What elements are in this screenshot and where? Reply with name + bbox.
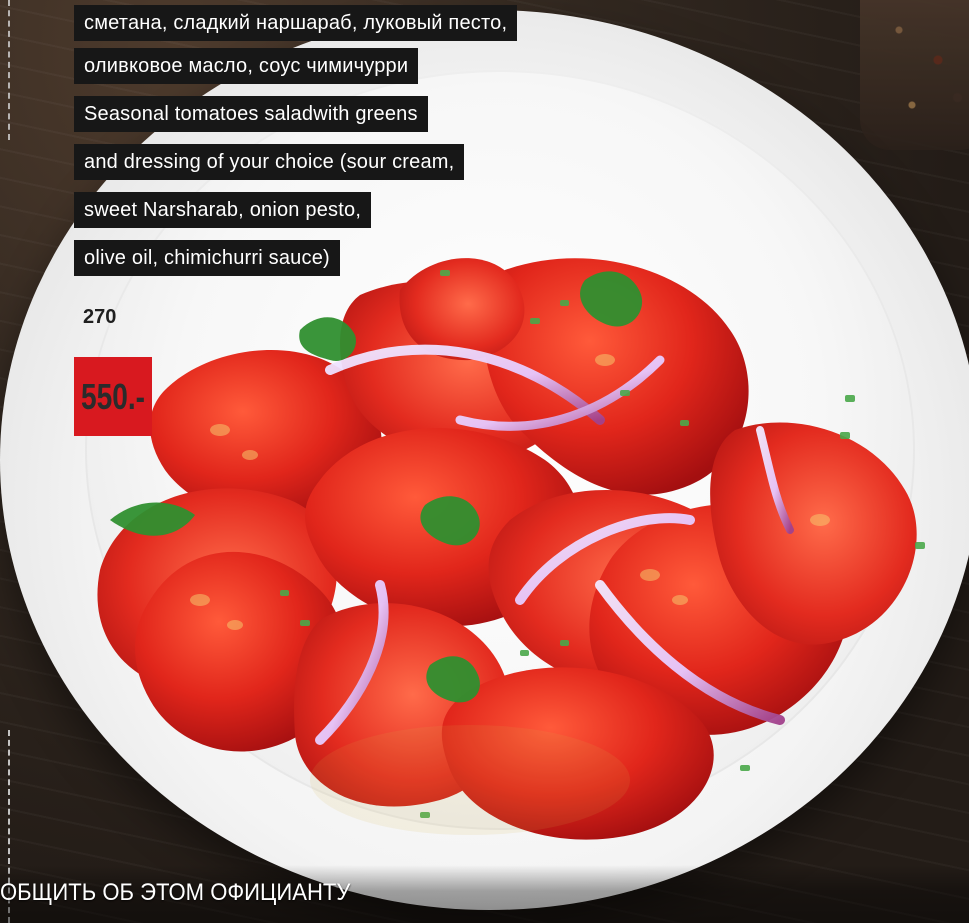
weight-value: 270	[83, 306, 117, 328]
description-line-1: сметана, сладкий наршараб, луковый песто…	[74, 5, 518, 41]
left-dashed-guide-top	[8, 0, 10, 140]
pepper-jar	[860, 0, 969, 150]
price-badge: 550.-	[74, 357, 152, 436]
bowl-inner	[85, 70, 915, 830]
description-line-2: оливковое масло, соус чимичурри	[74, 48, 419, 84]
description-line-3: Seasonal tomatoes saladwith greens	[74, 96, 428, 132]
price-value: 550.-	[80, 375, 146, 417]
description-line-4: and dressing of your choice (sour cream,	[74, 144, 465, 180]
description-line-5: sweet Narsharab, onion pesto,	[74, 192, 372, 228]
description-line-6: olive oil, chimichurri sauce)	[74, 240, 340, 276]
notify-waiter-link[interactable]: ОБЩИТЬ ОБ ЭТОМ ОФИЦИАНТУ	[0, 879, 350, 907]
